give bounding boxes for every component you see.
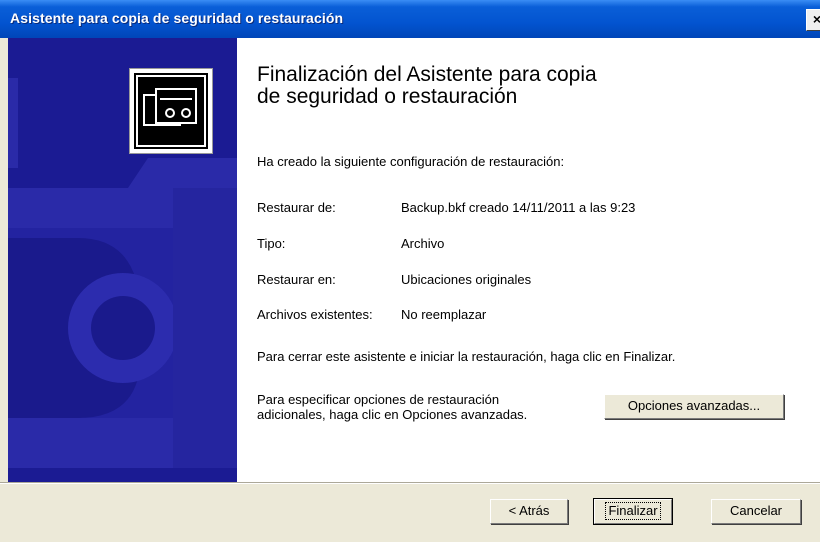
summary-label-destination: Restaurar en:: [257, 272, 336, 287]
close-button[interactable]: ×: [806, 9, 820, 31]
summary-label-source: Restaurar de:: [257, 200, 336, 215]
advanced-options-label: Opciones avanzadas...: [627, 398, 761, 413]
summary-value-destination: Ubicaciones originales: [401, 272, 532, 287]
finish-instructions: Para cerrar este asistente e iniciar la …: [257, 349, 676, 364]
title-bar: Asistente para copia de seguridad o rest…: [0, 0, 820, 38]
back-button[interactable]: < Atrás: [490, 499, 568, 524]
cancel-button-label: Cancelar: [729, 503, 783, 518]
advanced-instructions: Para especificar opciones de restauració…: [257, 392, 527, 422]
intro-text: Ha creado la siguiente configuración de …: [257, 154, 565, 169]
wizard-side-banner: [8, 38, 237, 482]
page-title-line1: Finalización del Asistente para copia: [257, 63, 597, 86]
summary-value-type: Archivo: [401, 236, 445, 251]
summary-value-existing-files: No reemplazar: [401, 307, 487, 322]
backup-tape-icon: [129, 68, 213, 154]
finish-button-label: Finalizar: [605, 502, 661, 520]
summary-value-source: Backup.bkf creado 14/11/2011 a las 9:23: [401, 200, 636, 215]
wizard-content: Finalización del Asistente para copia de…: [8, 38, 820, 482]
cancel-button[interactable]: Cancelar: [711, 499, 801, 524]
footer-divider-highlight: [0, 483, 820, 484]
advanced-options-button[interactable]: Opciones avanzadas...: [604, 394, 784, 419]
summary-label-type: Tipo:: [257, 236, 286, 251]
wizard-footer: < Atrás Finalizar Cancelar: [0, 482, 820, 542]
advanced-instructions-line2: adicionales, haga clic en Opciones avanz…: [257, 407, 528, 422]
page-title-line2: de seguridad o restauración: [257, 85, 518, 108]
advanced-instructions-line1: Para especificar opciones de restauració…: [257, 392, 500, 407]
summary-label-existing-files: Archivos existentes:: [257, 307, 373, 322]
page-title: Finalización del Asistente para copia de…: [257, 64, 737, 108]
window-title: Asistente para copia de seguridad o rest…: [10, 10, 344, 26]
wizard-main-panel: Finalización del Asistente para copia de…: [237, 38, 820, 482]
close-icon: ×: [812, 11, 820, 27]
back-button-label: < Atrás: [508, 503, 550, 518]
finish-button[interactable]: Finalizar: [593, 498, 673, 525]
